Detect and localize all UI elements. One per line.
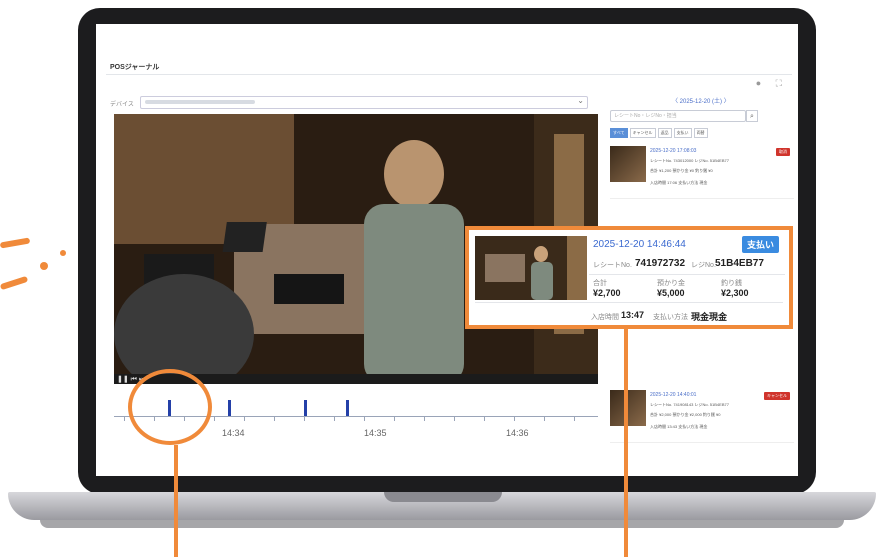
timeline-tick xyxy=(214,416,215,421)
receipt-row: レシートNo. 743012000 レジNo. 51B4EB77 xyxy=(650,158,729,163)
receipt-row: 合計 ¥1,200 預かり金 ¥0 釣り銭 ¥0 xyxy=(650,168,713,173)
change-label: 釣り銭 xyxy=(721,280,742,287)
filter-tab[interactable]: 返品 xyxy=(657,128,672,138)
register-no: 51B4EB77 xyxy=(715,258,764,269)
timeline-tick xyxy=(514,416,515,421)
timeline-label: 14:34 xyxy=(222,428,245,438)
total-value: ¥2,700 xyxy=(593,288,621,298)
timeline-tick xyxy=(454,416,455,421)
payment-method-label: 支払い方法 xyxy=(653,314,688,321)
filter-tab[interactable]: 支払い xyxy=(673,128,692,138)
change-value: ¥2,300 xyxy=(721,288,749,298)
timeline-label: 14:36 xyxy=(506,428,529,438)
timeline-tick xyxy=(544,416,545,421)
receipt-thumbnail xyxy=(610,146,646,182)
filter-tab[interactable]: 両替 xyxy=(693,128,708,138)
device-label: デバイス xyxy=(110,102,134,108)
receipt-row: レシートNo. 741908143 レジNo. 51B4EB77 xyxy=(650,402,729,407)
timeline-event-marker[interactable] xyxy=(304,400,307,416)
filter-tabs: すべて キャンセル 返品 支払い 両替 xyxy=(610,128,708,138)
receipt-time: 2025-12-20 17:08:03 xyxy=(650,148,697,154)
payment-method: 現金現金 xyxy=(691,312,728,322)
chevron-down-icon: ⌄ xyxy=(577,96,584,105)
timeline-label: 14:35 xyxy=(364,428,387,438)
receipt-row: 合計 ¥2,000 預かり金 ¥2,000 釣り銭 ¥0 xyxy=(650,412,721,417)
receipt-callout-card[interactable]: 2025-12-20 14:46:44 支払い レシートNo. 74197273… xyxy=(465,226,793,329)
timeline-tick xyxy=(424,416,425,421)
device-select[interactable]: ⌄ xyxy=(140,96,588,109)
timeline-tick xyxy=(244,416,245,421)
receipt-thumbnail xyxy=(610,390,646,426)
app-title: POSジャーナル xyxy=(110,64,160,71)
timeline-event-marker[interactable] xyxy=(346,400,349,416)
timeline-tick xyxy=(484,416,485,421)
spark-mark xyxy=(0,237,31,249)
callout-line xyxy=(174,445,178,557)
receipt-no-label: レシートNo. xyxy=(593,262,632,269)
timeline-event-marker[interactable] xyxy=(228,400,231,416)
receipt-no: 741972732 xyxy=(635,258,686,269)
deposit-label: 預かり金 xyxy=(657,280,685,287)
search-icon[interactable]: ⌕ xyxy=(746,110,758,122)
timeline-tick xyxy=(394,416,395,421)
receipt-list-item[interactable]: 2025-12-20 17:08:03 取消 レシートNo. 743012000… xyxy=(610,142,794,199)
search-input[interactable]: レシートNo・レジNo・担当 xyxy=(610,110,746,122)
laptop-foot xyxy=(40,520,844,528)
deposit-value: ¥5,000 xyxy=(657,288,685,298)
status-badge: 取消 xyxy=(776,148,790,156)
receipt-time: 2025-12-20 14:46:44 xyxy=(593,239,686,250)
payment-badge: 支払い xyxy=(741,236,779,253)
timeline-tick xyxy=(574,416,575,421)
spark-dot xyxy=(40,262,48,270)
callout-line xyxy=(624,329,628,557)
filter-tab[interactable]: キャンセル xyxy=(629,128,656,138)
date-navigator[interactable]: 〈 2025-12-20 (土) 〉 xyxy=(672,96,730,105)
timeline-tick xyxy=(334,416,335,421)
receipt-row: 入店時間 13:43 支払い方法 現金 xyxy=(650,424,708,429)
entry-time-label: 入店時間 xyxy=(591,314,619,321)
header-divider xyxy=(106,74,792,75)
device-select-value xyxy=(145,100,255,104)
receipt-list-item[interactable]: 2025-12-20 14:40:01 キャンセル レシートNo. 741908… xyxy=(610,386,794,443)
timeline-tick xyxy=(304,416,305,421)
divider xyxy=(475,302,783,303)
status-badge: キャンセル xyxy=(764,392,790,400)
spark-dot xyxy=(60,250,66,256)
entry-time: 13:47 xyxy=(621,310,645,320)
divider xyxy=(589,274,785,275)
timeline-tick xyxy=(274,416,275,421)
receipt-time: 2025-12-20 14:40:01 xyxy=(650,392,697,398)
receipt-row: 入店時間 17:06 支払い方法 現金 xyxy=(650,180,708,185)
highlight-ring xyxy=(128,369,212,445)
receipt-thumbnail xyxy=(475,236,587,300)
total-label: 合計 xyxy=(593,280,607,287)
timeline-tick xyxy=(124,416,125,421)
thumbnail-image xyxy=(475,236,587,300)
register-no-label: レジNo. xyxy=(691,262,716,269)
spark-mark xyxy=(0,275,29,291)
laptop-notch xyxy=(384,492,502,502)
filter-tab[interactable]: すべて xyxy=(610,128,628,138)
timeline-tick xyxy=(364,416,365,421)
header-icons[interactable]: ● ⛶ xyxy=(756,78,788,89)
